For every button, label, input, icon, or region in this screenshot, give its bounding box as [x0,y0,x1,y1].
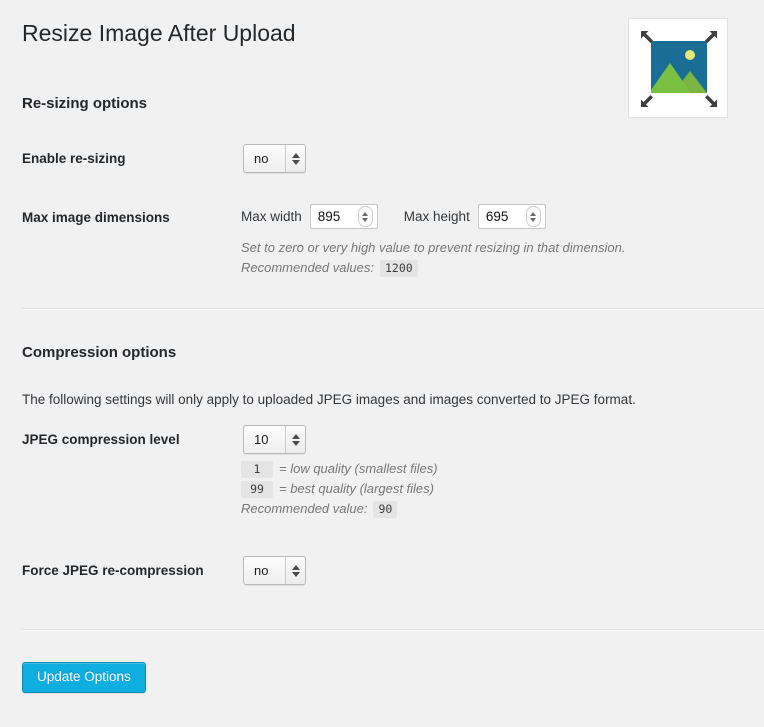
arrow-inward-top-left-icon [639,29,659,49]
help-line-prevent-resizing: Set to zero or very high value to preven… [241,240,626,255]
label-max-width: Max width [241,209,302,224]
input-max-width[interactable]: 895 [309,204,378,229]
select-stepper-icon[interactable] [285,557,305,584]
field-group-force-recompression: no [243,556,306,585]
select-stepper-icon[interactable] [285,145,305,172]
select-stepper-icon[interactable] [285,426,305,453]
low-quality-text: = low quality (smallest files) [279,461,438,476]
low-quality-code: 1 [241,461,273,478]
arrow-inward-bottom-right-icon [699,89,719,109]
chevron-down-icon [291,571,300,577]
select-enable-resizing-value: no [254,151,269,166]
select-force-jpeg-recompression-value: no [254,563,269,578]
max-height-stepper-icon[interactable] [525,206,541,227]
help-line-recommended-values: Recommended values: 1200 [241,258,625,278]
arrow-inward-top-right-icon [699,29,719,49]
help-text-max-dimensions: Set to zero or very high value to preven… [241,238,625,278]
chevron-down-icon [291,159,300,165]
settings-page: Resize Image After Upload Re-sizing opti… [0,0,764,727]
best-quality-text: = best quality (largest files) [279,481,434,496]
select-jpeg-compression-level-value: 10 [254,432,269,447]
help-text-jpeg-level: 1 = low quality (smallest files) 99 = be… [241,459,438,519]
label-enable-resizing: Enable re-sizing [22,151,126,166]
recommended-value-code: 90 [373,501,398,518]
section-heading-compression: Compression options [22,344,177,361]
label-max-height: Max height [403,209,470,224]
input-max-height-value: 695 [485,209,509,224]
chevron-down-icon [291,440,300,446]
plugin-logo-graphic [637,27,721,111]
section-heading-resizing: Re-sizing options [22,95,147,112]
chevron-up-icon [291,564,300,570]
chevron-up-icon [291,152,300,158]
page-title: Resize Image After Upload [22,20,296,46]
input-max-width-value: 895 [317,209,341,224]
field-group-jpeg-level: 10 [243,425,306,454]
sun-icon [685,50,695,60]
field-group-enable-resizing: no [243,144,306,173]
section-divider-bottom [22,629,764,631]
recommended-values-code: 1200 [379,260,418,277]
label-max-image-dimensions: Max image dimensions [22,210,170,225]
chevron-up-icon [362,211,369,216]
help-line-best-quality: 99 = best quality (largest files) [241,479,438,499]
max-width-stepper-icon[interactable] [357,206,373,227]
select-jpeg-compression-level[interactable]: 10 [243,425,306,454]
chevron-up-icon [291,433,300,439]
label-jpeg-compression-level: JPEG compression level [22,432,180,447]
field-group-max-dimensions: Max width 895 Max height 695 [241,204,546,229]
recommended-values-label: Recommended values: [241,260,374,275]
label-force-jpeg-recompression: Force JPEG re-compression [22,563,204,578]
help-line-low-quality: 1 = low quality (smallest files) [241,459,438,479]
select-enable-resizing[interactable]: no [243,144,306,173]
best-quality-code: 99 [241,481,273,498]
chevron-up-icon [530,211,537,216]
update-options-button[interactable]: Update Options [22,662,146,693]
input-max-height[interactable]: 695 [477,204,546,229]
plugin-logo [628,18,728,118]
compression-description: The following settings will only apply t… [22,391,636,407]
submit-area: Update Options [22,662,146,693]
recommended-value-label: Recommended value: [241,501,368,516]
chevron-down-icon [530,217,537,222]
arrow-inward-bottom-left-icon [639,89,659,109]
section-divider-top [22,308,764,310]
chevron-down-icon [362,217,369,222]
select-force-jpeg-recompression[interactable]: no [243,556,306,585]
help-line-recommended-value: Recommended value: 90 [241,499,438,519]
